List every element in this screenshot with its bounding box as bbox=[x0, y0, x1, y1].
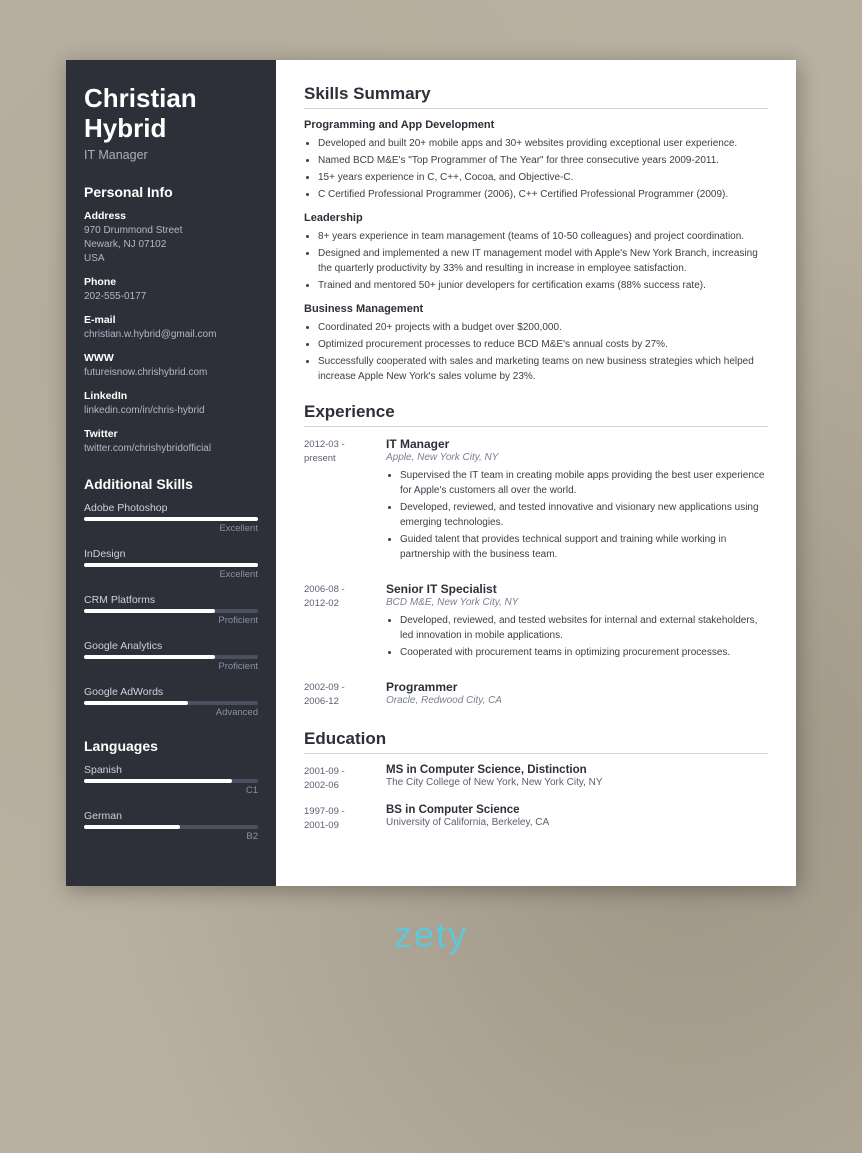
personal-info-heading: Personal Info bbox=[84, 184, 258, 200]
additional-skills-heading: Additional Skills bbox=[84, 476, 258, 492]
experience-heading: Experience bbox=[304, 402, 768, 427]
exp-entry-it-manager: 2012-03 -present IT Manager Apple, New Y… bbox=[304, 437, 768, 568]
zety-brand: zety bbox=[394, 914, 468, 956]
language-spanish: Spanish C1 bbox=[84, 764, 258, 796]
bullet-item: Guided talent that provides technical su… bbox=[400, 532, 768, 562]
exp-entry-programmer: 2002-09 -2006-12 Programmer Oracle, Redw… bbox=[304, 680, 768, 711]
resume-sidebar: Christian Hybrid IT Manager Personal Inf… bbox=[66, 60, 276, 886]
personal-info-address: Address 970 Drummond StreetNewark, NJ 07… bbox=[84, 210, 258, 266]
exp-entry-senior-it: 2006-08 -2012-02 Senior IT Specialist BC… bbox=[304, 582, 768, 666]
personal-info-linkedin: LinkedIn linkedin.com/in/chris-hybrid bbox=[84, 390, 258, 418]
languages-heading: Languages bbox=[84, 738, 258, 754]
bullet-item: 15+ years experience in C, C++, Cocoa, a… bbox=[318, 170, 768, 185]
resume-main: Skills Summary Programming and App Devel… bbox=[276, 60, 796, 886]
skill-indesign: InDesign Excellent bbox=[84, 548, 258, 580]
candidate-name: Christian Hybrid bbox=[84, 84, 258, 144]
skill-crm: CRM Platforms Proficient bbox=[84, 594, 258, 626]
edu-entry-ms: 2001-09 -2002-06 MS in Computer Science,… bbox=[304, 764, 768, 794]
skills-subsection-programming: Programming and App Development Develope… bbox=[304, 119, 768, 202]
candidate-title: IT Manager bbox=[84, 148, 258, 162]
skills-subsection-business: Business Management Coordinated 20+ proj… bbox=[304, 303, 768, 384]
bullet-item: Developed, reviewed, and tested websites… bbox=[400, 613, 768, 643]
language-german: German B2 bbox=[84, 810, 258, 842]
bullet-item: Optimized procurement processes to reduc… bbox=[318, 337, 768, 352]
bullet-item: Supervised the IT team in creating mobil… bbox=[400, 468, 768, 498]
bullet-item: C Certified Professional Programmer (200… bbox=[318, 187, 768, 202]
personal-info-phone: Phone 202-555-0177 bbox=[84, 276, 258, 304]
skill-adobe-photoshop: Adobe Photoshop Excellent bbox=[84, 502, 258, 534]
skills-subsection-leadership: Leadership 8+ years experience in team m… bbox=[304, 212, 768, 293]
resume-document: Christian Hybrid IT Manager Personal Inf… bbox=[66, 60, 796, 886]
personal-info-email: E-mail christian.w.hybrid@gmail.com bbox=[84, 314, 258, 342]
bullet-item: Trained and mentored 50+ junior develope… bbox=[318, 278, 768, 293]
education-heading: Education bbox=[304, 729, 768, 754]
bullet-item: Cooperated with procurement teams in opt… bbox=[400, 645, 768, 660]
bullet-item: Developed, reviewed, and tested innovati… bbox=[400, 500, 768, 530]
bullet-item: 8+ years experience in team management (… bbox=[318, 229, 768, 244]
bullet-item: Coordinated 20+ projects with a budget o… bbox=[318, 320, 768, 335]
bullet-item: Successfully cooperated with sales and m… bbox=[318, 354, 768, 384]
edu-entry-bs: 1997-09 -2001-09 BS in Computer Science … bbox=[304, 804, 768, 834]
skill-google-analytics: Google Analytics Proficient bbox=[84, 640, 258, 672]
skills-summary-heading: Skills Summary bbox=[304, 84, 768, 109]
personal-info-twitter: Twitter twitter.com/chrishybridofficial bbox=[84, 428, 258, 456]
bullet-item: Named BCD M&E's "Top Programmer of The Y… bbox=[318, 153, 768, 168]
bullet-item: Developed and built 20+ mobile apps and … bbox=[318, 136, 768, 151]
personal-info-www: WWW futureisnow.chrishybrid.com bbox=[84, 352, 258, 380]
skill-google-adwords: Google AdWords Advanced bbox=[84, 686, 258, 718]
bullet-item: Designed and implemented a new IT manage… bbox=[318, 246, 768, 276]
